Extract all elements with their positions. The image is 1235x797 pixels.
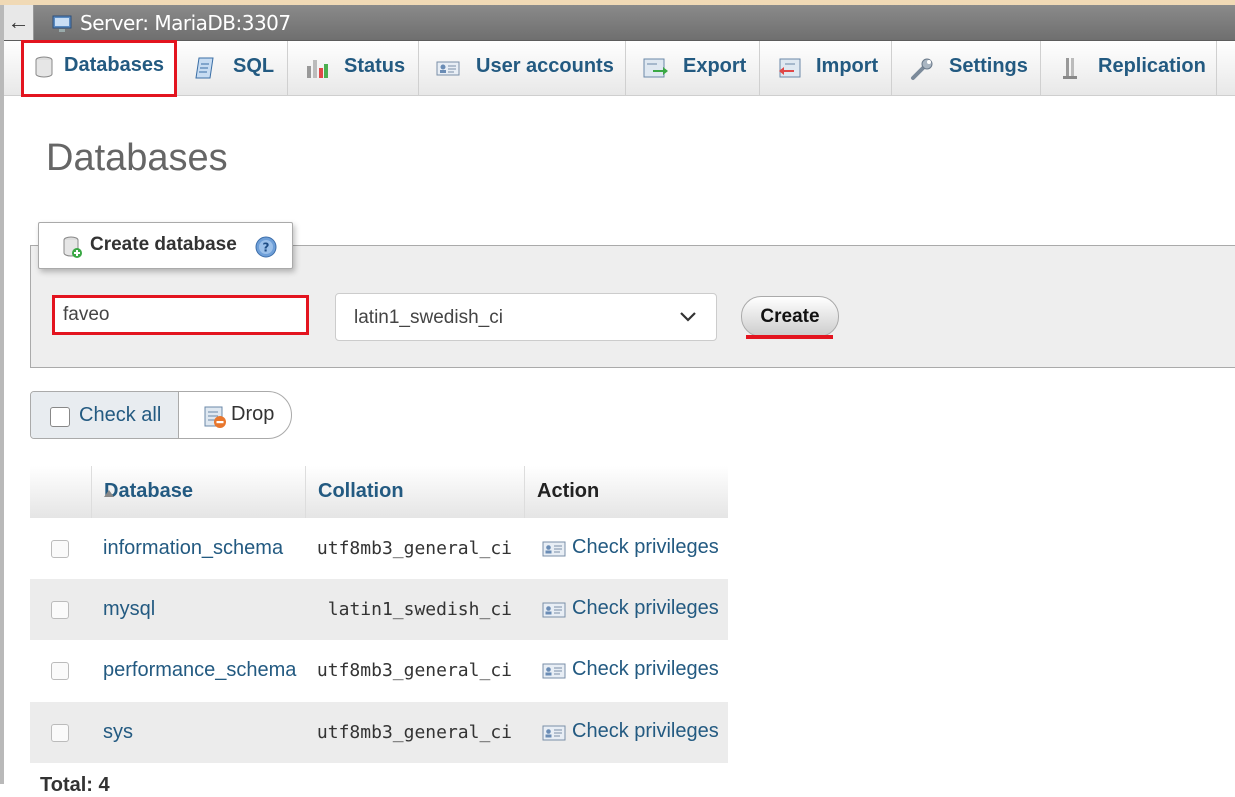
action-header-label: Action	[537, 480, 600, 502]
check-all-label[interactable]: Check all	[79, 404, 161, 427]
page-title: Databases	[46, 137, 228, 179]
table-row: performance_schema utf8mb3_general_ci Ch…	[30, 640, 728, 701]
check-privileges-icon[interactable]	[542, 724, 566, 747]
check-all-control[interactable]: Check all	[31, 392, 179, 438]
database-column-header[interactable]: Database	[91, 466, 306, 518]
create-database-icon	[61, 235, 83, 264]
user-accounts-icon	[436, 56, 460, 80]
check-privileges-link[interactable]: Check privileges	[572, 597, 719, 620]
server-breadcrumb-bar: ← Server: MariaDB:3307	[4, 5, 1235, 41]
collation-column-header[interactable]: Collation	[305, 466, 525, 518]
navigation-panel-edge[interactable]	[0, 5, 4, 784]
sql-icon	[193, 56, 217, 80]
row-checkbox[interactable]	[51, 540, 69, 558]
database-name-link[interactable]: sys	[103, 721, 133, 744]
database-header-label[interactable]: Database	[104, 480, 193, 503]
row-checkbox[interactable]	[51, 724, 69, 742]
collation-selected-value: latin1_swedish_ci	[354, 307, 503, 328]
database-name-link[interactable]: mysql	[103, 598, 155, 621]
server-icon	[52, 15, 74, 38]
bulk-actions-bar: Check all Drop	[30, 391, 292, 439]
drop-label: Drop	[231, 403, 275, 425]
tab-label: Import	[816, 55, 879, 77]
tab-label: Export	[683, 55, 747, 77]
tab-sql[interactable]: SQL	[177, 41, 288, 95]
create-button[interactable]: Create	[741, 296, 839, 337]
collation-value: utf8mb3_general_ci	[316, 538, 512, 559]
main-menu-tabs: Databases SQL Status User accounts Expor…	[4, 40, 1235, 97]
collation-header-label[interactable]: Collation	[318, 480, 404, 503]
tab-replication[interactable]: Replication	[1040, 41, 1217, 95]
import-icon	[777, 56, 801, 80]
tab-label: SQL	[233, 55, 275, 77]
row-checkbox[interactable]	[51, 662, 69, 680]
tab-export[interactable]: Export	[625, 41, 760, 95]
collation-value: utf8mb3_general_ci	[316, 660, 512, 681]
export-icon	[643, 56, 668, 80]
collation-value: latin1_swedish_ci	[327, 599, 512, 620]
tab-label: User accounts	[476, 55, 614, 77]
svg-text:?: ?	[263, 241, 270, 255]
table-row: sys utf8mb3_general_ci Check privileges	[30, 702, 728, 763]
tab-label: Status	[344, 55, 406, 77]
create-button-highlight	[746, 335, 833, 339]
check-privileges-icon[interactable]	[542, 540, 566, 563]
action-column-header: Action	[524, 466, 729, 518]
database-icon	[33, 55, 57, 79]
wrench-icon	[909, 56, 933, 80]
tab-status[interactable]: Status	[287, 41, 419, 95]
database-name-input[interactable]	[52, 295, 309, 335]
create-database-heading: Create database	[90, 234, 237, 255]
check-all-checkbox[interactable]	[50, 407, 70, 427]
tab-import[interactable]: Import	[759, 41, 892, 95]
check-privileges-icon[interactable]	[542, 601, 566, 624]
check-privileges-icon[interactable]	[542, 662, 566, 685]
database-table-header: Database Collation Action	[30, 466, 728, 518]
check-privileges-link[interactable]: Check privileges	[572, 658, 719, 681]
row-checkbox[interactable]	[51, 601, 69, 619]
table-row: information_schema utf8mb3_general_ci Ch…	[30, 518, 728, 579]
replication-icon	[1060, 56, 1084, 80]
check-privileges-link[interactable]: Check privileges	[572, 536, 719, 559]
create-database-legend: Create database ?	[38, 222, 293, 269]
tab-settings[interactable]: Settings	[891, 41, 1041, 95]
status-chart-icon	[305, 56, 329, 80]
help-icon[interactable]: ?	[255, 236, 277, 263]
checkbox-column-header	[30, 466, 91, 518]
collation-select[interactable]: latin1_swedish_ci	[335, 293, 717, 341]
drop-button[interactable]: Drop	[179, 392, 291, 438]
database-name-link[interactable]: performance_schema	[103, 659, 296, 682]
database-name-link[interactable]: information_schema	[103, 537, 283, 560]
sort-ascending-icon[interactable]	[104, 480, 114, 503]
tab-label: Settings	[949, 55, 1028, 77]
table-row: mysql latin1_swedish_ci Check privileges	[30, 579, 728, 640]
collapse-arrow-icon[interactable]: ←	[4, 5, 34, 40]
tab-label: Replication	[1098, 55, 1206, 77]
collation-value: utf8mb3_general_ci	[316, 722, 512, 743]
check-privileges-link[interactable]: Check privileges	[572, 720, 719, 743]
tab-label: Databases	[64, 54, 165, 76]
total-count: Total: 4	[40, 774, 110, 796]
server-title[interactable]: Server: MariaDB:3307	[80, 11, 291, 35]
tab-user-accounts[interactable]: User accounts	[418, 41, 626, 95]
tab-databases[interactable]: Databases	[21, 40, 177, 97]
chevron-down-icon	[680, 310, 696, 328]
drop-icon	[203, 405, 227, 434]
